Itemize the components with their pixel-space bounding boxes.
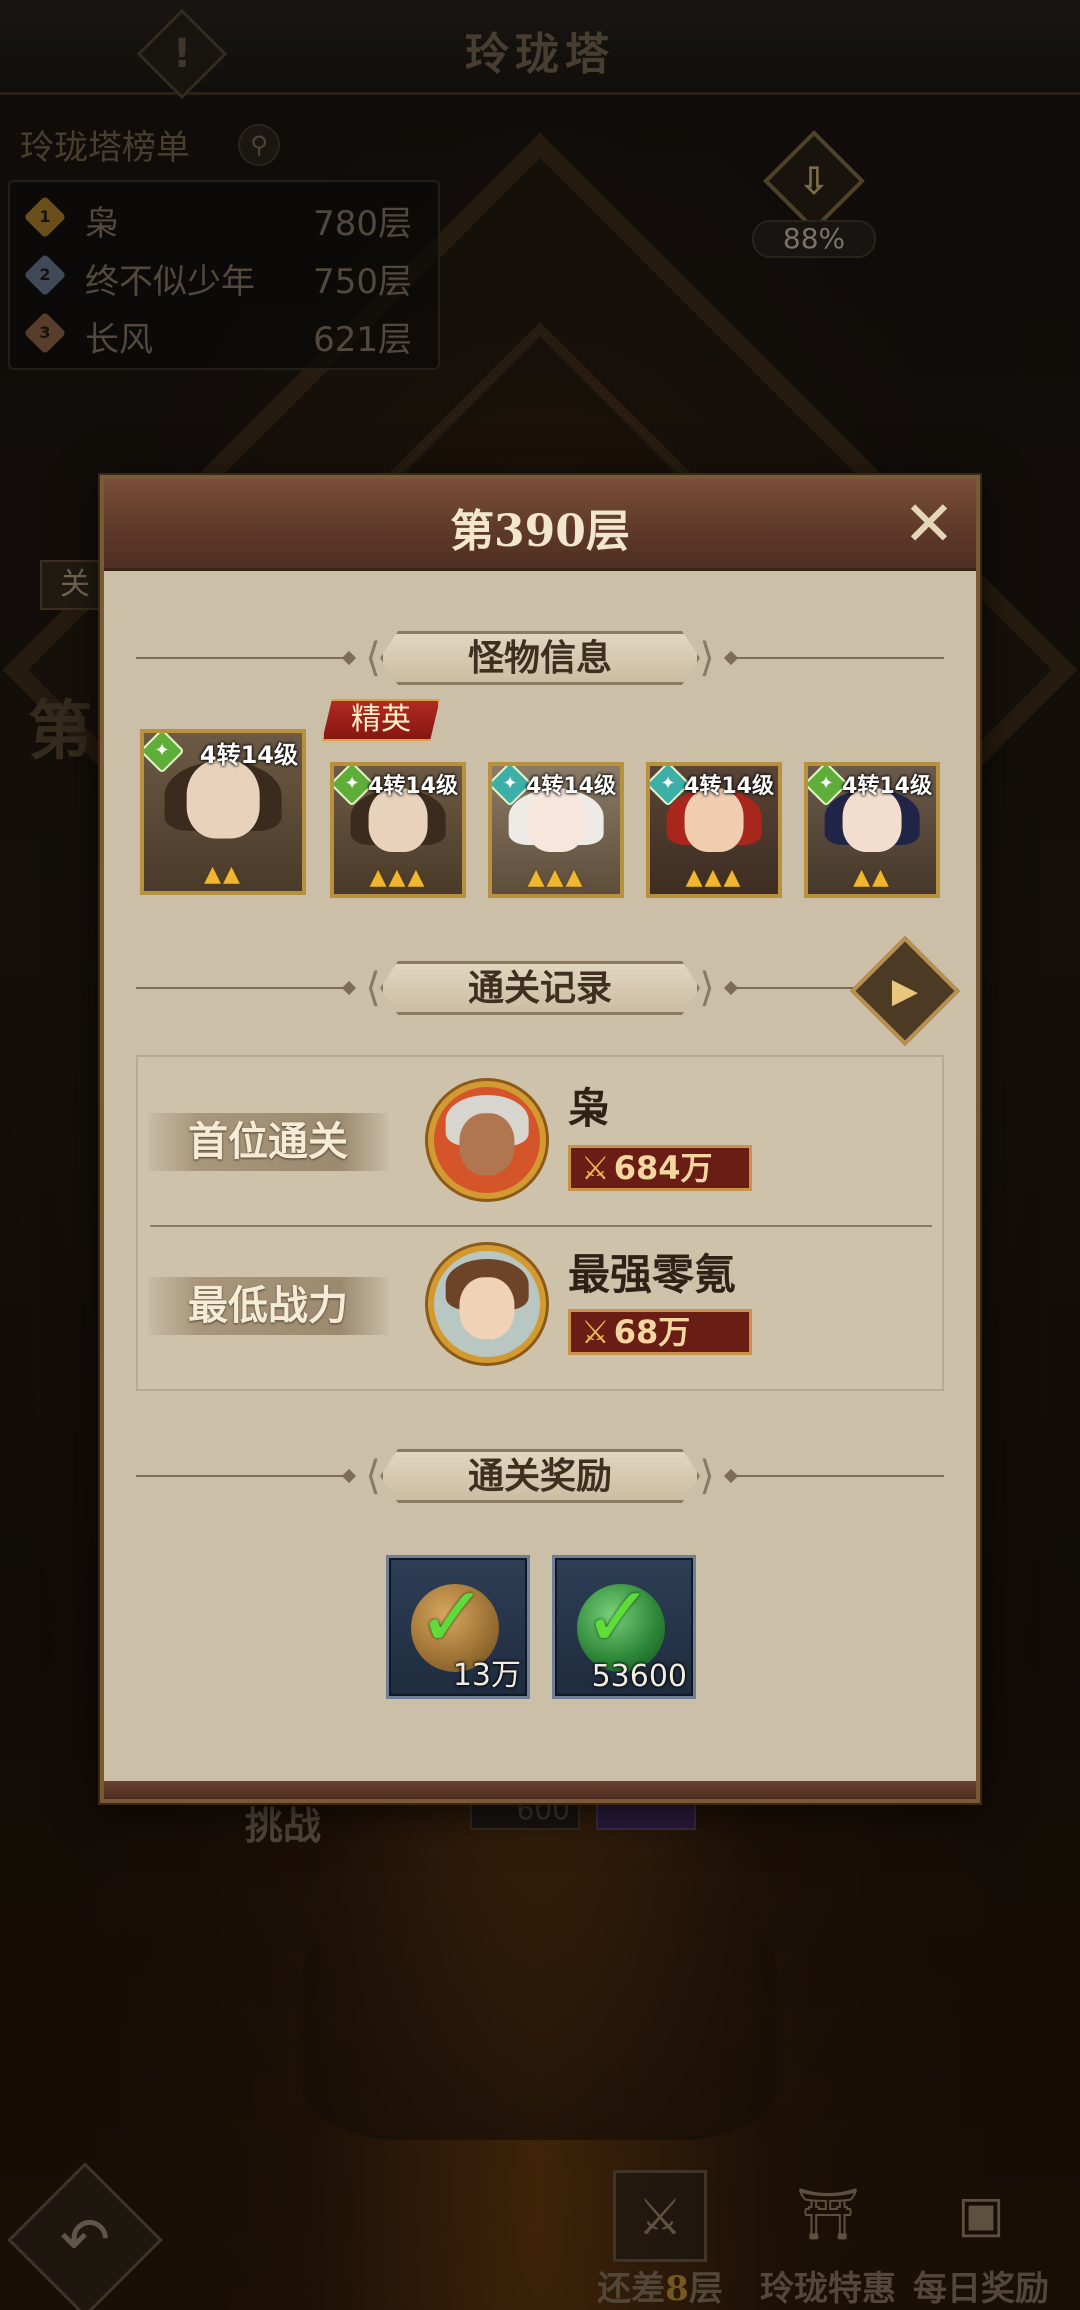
floor-detail-dialog: 第390层 ✕ ⟨ ⟩ 怪物信息 精英 ✦ 4转14级 ▲▲ ✦ 4转14级 ▲… bbox=[100, 475, 980, 1803]
crossed-swords-icon: ⚔ bbox=[581, 1313, 610, 1351]
dialog-footer bbox=[104, 1781, 976, 1799]
monster-card[interactable]: ✦ 4转14级 ▲▲ bbox=[140, 729, 306, 895]
monster-level: 4转14级 bbox=[842, 774, 932, 799]
monster-level: 4转14级 bbox=[526, 774, 616, 799]
section-divider bbox=[732, 657, 944, 659]
monster-card[interactable]: ✦ 4转14级 ▲▲▲ bbox=[488, 762, 624, 898]
monster-portrait bbox=[186, 759, 260, 839]
lowest-power-player-name: 最强零氪 bbox=[568, 1250, 737, 1299]
rank-flame-icons: ▲▲▲ bbox=[685, 865, 743, 890]
monster-info-heading: 怪物信息 bbox=[380, 631, 700, 685]
first-clear-avatar[interactable] bbox=[428, 1081, 546, 1199]
section-divider bbox=[136, 657, 348, 659]
reward-item-jade[interactable]: ✓ 53600 bbox=[552, 1555, 696, 1699]
replay-video-button[interactable]: ▶ bbox=[849, 935, 961, 1047]
video-camera-icon: ▶ bbox=[891, 971, 919, 1011]
rank-flame-icons: ▲▲ bbox=[853, 865, 891, 890]
reward-quantity: 53600 bbox=[591, 1659, 687, 1694]
monster-level: 4转14级 bbox=[368, 774, 458, 799]
section-divider bbox=[136, 1475, 348, 1477]
crossed-swords-icon: ⚔ bbox=[581, 1149, 610, 1187]
record-label: 首位通关 bbox=[148, 1113, 388, 1171]
dialog-header: 第390层 ✕ bbox=[104, 479, 976, 571]
reward-item-coin[interactable]: ✓ 13万 bbox=[386, 1555, 530, 1699]
section-divider-dot bbox=[341, 650, 357, 666]
clear-reward-heading: 通关奖励 bbox=[380, 1449, 700, 1503]
reward-quantity: 13万 bbox=[452, 1658, 521, 1693]
first-clear-player-name: 枭 bbox=[568, 1084, 611, 1133]
dialog-title: 第390层 bbox=[450, 506, 630, 557]
monster-level: 4转14级 bbox=[684, 774, 774, 799]
close-button[interactable]: ✕ bbox=[896, 491, 962, 557]
record-divider bbox=[150, 1225, 932, 1227]
elite-badge: 精英 bbox=[322, 699, 440, 741]
first-clear-power: ⚔ 684万 bbox=[568, 1145, 752, 1191]
monster-card[interactable]: ✦ 4转14级 ▲▲▲ bbox=[646, 762, 782, 898]
monster-card[interactable]: ✦ 4转14级 ▲▲ bbox=[804, 762, 940, 898]
close-icon: ✕ bbox=[903, 487, 955, 560]
monster-card[interactable]: ✦ 4转14级 ▲▲▲ bbox=[330, 762, 466, 898]
section-divider bbox=[732, 1475, 944, 1477]
section-divider bbox=[732, 987, 862, 989]
claimed-check-icon: ✓ bbox=[583, 1568, 654, 1666]
section-divider-dot bbox=[341, 980, 357, 996]
rank-flame-icons: ▲▲▲ bbox=[369, 865, 427, 890]
clear-record-panel: 首位通关 枭 ⚔ 684万 最低战力 最强零氪 ⚔ 68万 bbox=[136, 1055, 944, 1391]
clear-record-heading: 通关记录 bbox=[380, 961, 700, 1015]
section-divider-dot bbox=[341, 1468, 357, 1484]
section-divider bbox=[136, 987, 348, 989]
lowest-power-value: ⚔ 68万 bbox=[568, 1309, 752, 1355]
rank-flame-icons: ▲▲ bbox=[204, 862, 242, 887]
record-label: 最低战力 bbox=[148, 1277, 388, 1335]
lowest-power-avatar[interactable] bbox=[428, 1245, 546, 1363]
rank-flame-icons: ▲▲▲ bbox=[527, 865, 585, 890]
monster-level: 4转14级 bbox=[199, 741, 298, 769]
